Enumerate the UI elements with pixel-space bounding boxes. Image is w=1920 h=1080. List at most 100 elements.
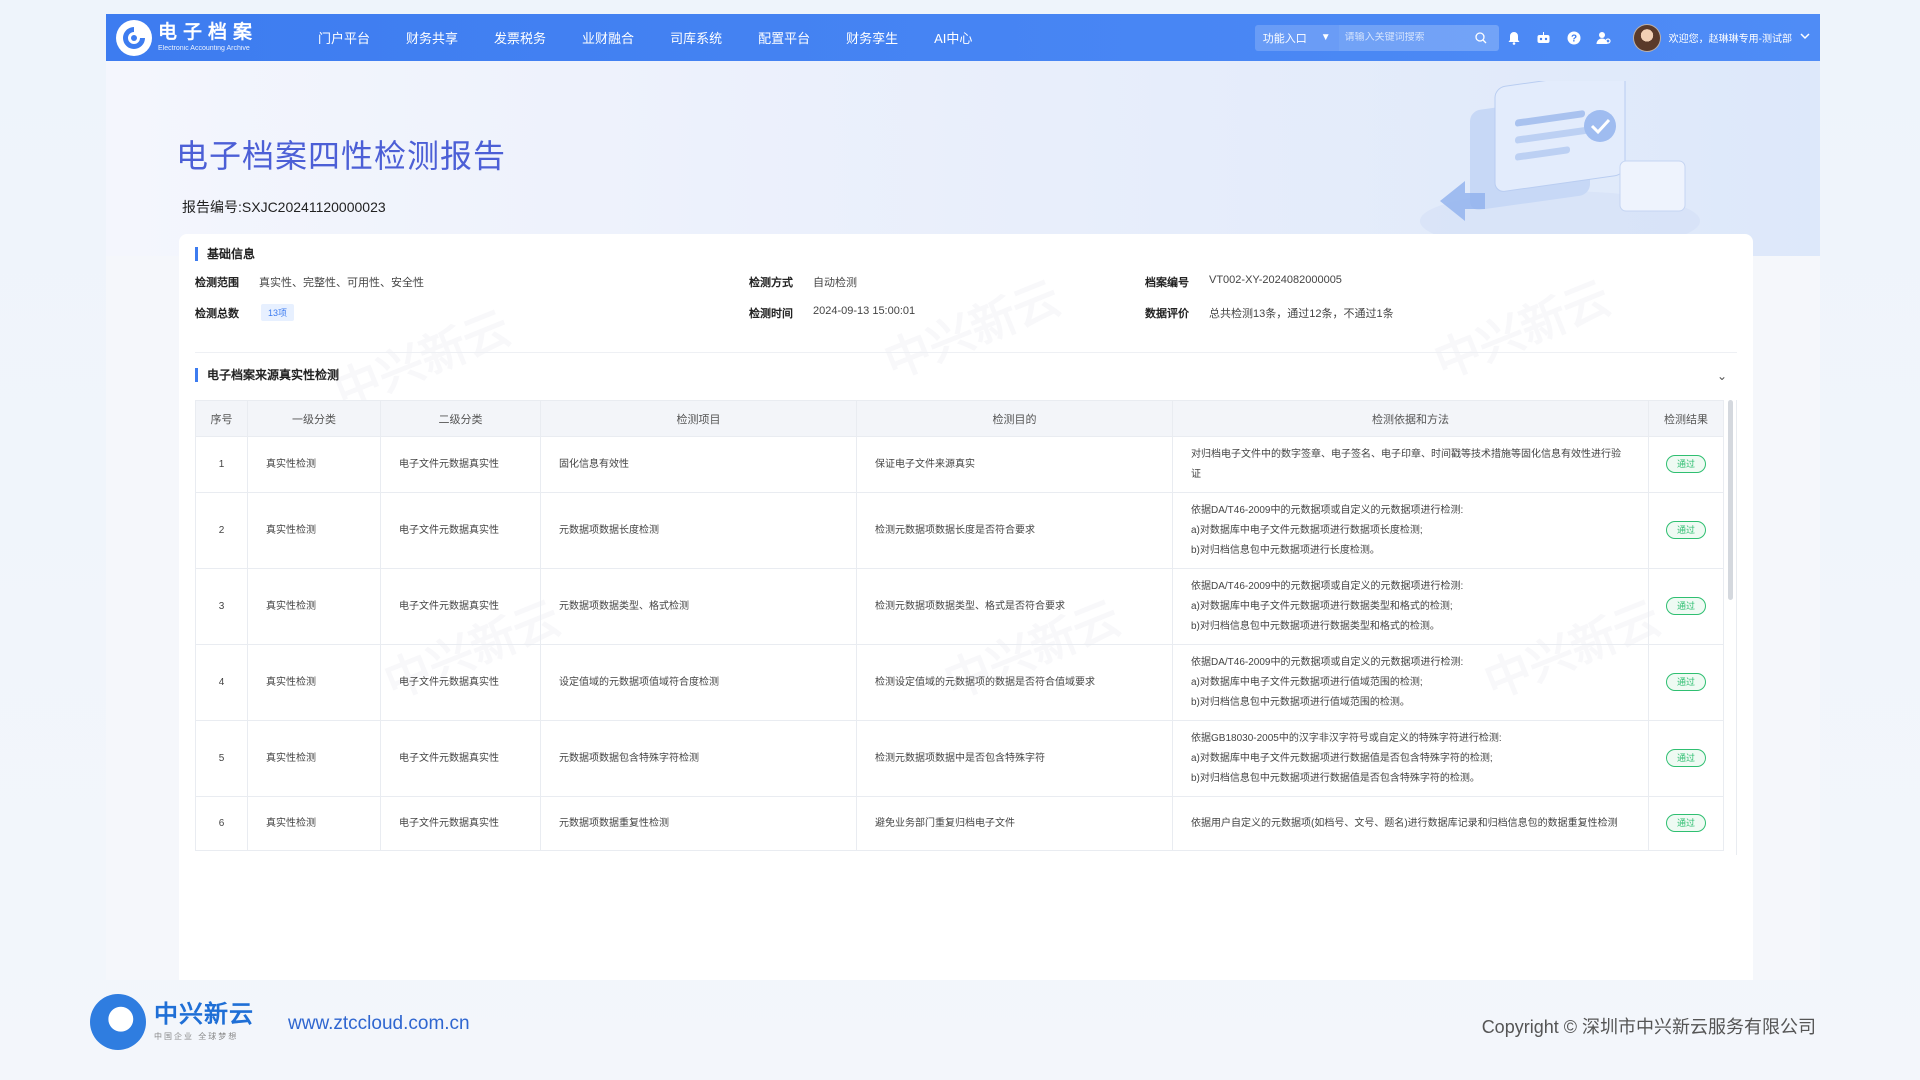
cell-level1: 真实性检测 (247, 568, 381, 645)
basis-line: 依据DA/T46-2009中的元数据项或自定义的元数据项进行检测: (1191, 504, 1464, 516)
eval-label: 数据评价 (1145, 308, 1189, 320)
pass-badge: 通过 (1665, 454, 1706, 473)
nav-item-invoice-tax[interactable]: 发票税务 (476, 28, 564, 47)
nav-item-config[interactable]: 配置平台 (740, 28, 828, 47)
footer-url[interactable]: www.ztccloud.com.cn (288, 1013, 470, 1035)
cell-no: 3 (195, 568, 248, 645)
report-card: 中兴新云 中兴新云 中兴新云 中兴新云 中兴新云 中兴新云 基础信息 检测范围 … (179, 234, 1753, 980)
basis-line: a)对数据库中电子文件元数据项进行数据值是否包含特殊字符的检测; (1191, 752, 1493, 764)
basis-line: 依据DA/T46-2009中的元数据项或自定义的元数据项进行检测: (1191, 656, 1464, 668)
method-label: 检测方式 (749, 277, 793, 289)
basis-line: b)对归档信息包中元数据项进行数据类型和格式的检测。 (1191, 620, 1440, 632)
table-row: 4 真实性检测 电子文件元数据真实性 设定值域的元数据项值域符合度检测 检测设定… (195, 644, 1724, 721)
cell-result: 通过 (1648, 644, 1724, 721)
nav-item-digital-twin[interactable]: 财务孪生 (828, 28, 916, 47)
basis-line: b)对归档信息包中元数据项进行值域范围的检测。 (1191, 696, 1410, 708)
time-label: 检测时间 (749, 308, 793, 320)
cell-no: 1 (195, 436, 248, 493)
search-input[interactable] (1344, 32, 1475, 43)
table-header-row: 序号 一级分类 二级分类 检测项目 检测目的 检测依据和方法 检测结果 (195, 400, 1724, 437)
cell-purpose: 检测元数据项数据长度是否符合要求 (856, 492, 1173, 569)
cell-basis: 依据DA/T46-2009中的元数据项或自定义的元数据项进行检测: a)对数据库… (1172, 492, 1649, 569)
nav-item-business-finance[interactable]: 业财融合 (564, 28, 652, 47)
basis-line: a)对数据库中电子文件元数据项进行值域范围的检测; (1191, 676, 1423, 688)
pass-badge: 通过 (1665, 813, 1706, 832)
nav-item-ai-center[interactable]: AI中心 (916, 28, 990, 47)
brand-swirl-icon (90, 994, 146, 1050)
detection-table: 序号 一级分类 二级分类 检测项目 检测目的 检测依据和方法 检测结果 1 真实… (195, 400, 1737, 855)
pass-badge: 通过 (1665, 520, 1706, 539)
cell-level2: 电子文件元数据真实性 (380, 644, 541, 721)
cell-level1: 真实性检测 (247, 644, 381, 721)
footer-brand-slogan: 中国企业 全球梦想 (154, 1032, 239, 1041)
logo-swirl-icon (116, 19, 152, 56)
cell-no: 5 (195, 720, 248, 797)
user-menu[interactable]: 欢迎您，赵琳琳专用-测试部 (1632, 23, 1810, 52)
portal-label: 功能入口 (1262, 32, 1307, 45)
col-header-level2: 二级分类 (380, 400, 541, 437)
col-header-item: 检测项目 (540, 400, 857, 437)
col-header-result: 检测结果 (1648, 400, 1724, 437)
logo-title: 电子档案 (158, 22, 259, 43)
cell-result: 通过 (1648, 720, 1724, 797)
cell-no: 2 (195, 492, 248, 569)
avatar (1632, 23, 1661, 52)
pass-badge: 通过 (1665, 672, 1706, 691)
cell-purpose: 检测元数据项数据类型、格式是否符合要求 (856, 568, 1173, 645)
table-row: 5 真实性检测 电子文件元数据真实性 元数据项数据包含特殊字符检测 检测元数据项… (195, 720, 1724, 797)
robot-icon[interactable] (1529, 31, 1559, 45)
cell-result: 通过 (1648, 568, 1724, 645)
footer-brand-name: 中兴新云 (154, 1001, 254, 1028)
cell-level1: 真实性检测 (247, 796, 381, 851)
cell-level1: 真实性检测 (247, 492, 381, 569)
help-icon[interactable]: ? (1559, 31, 1589, 45)
basis-line: a)对数据库中电子文件元数据项进行数据项长度检测; (1191, 524, 1423, 536)
basic-info-title: 基础信息 (195, 247, 255, 261)
top-navigation-bar: 电子档案 Electronic Accounting Archive 门户平台 … (106, 14, 1820, 61)
cell-level1: 真实性检测 (247, 436, 381, 493)
cell-level2: 电子文件元数据真实性 (380, 568, 541, 645)
basis-line: 对归档电子文件中的数字签章、电子签名、电子印章、时间戳等技术措施等固化信息有效性… (1191, 448, 1621, 480)
cell-purpose: 检测设定值域的元数据项的数据是否符合值域要求 (856, 644, 1173, 721)
col-header-basis: 检测依据和方法 (1172, 400, 1649, 437)
eval-value: 总共检测13条，通过12条，不通过1条 (1209, 308, 1394, 320)
cell-result: 通过 (1648, 492, 1724, 569)
app-window: 电子档案 Electronic Accounting Archive 门户平台 … (106, 14, 1820, 980)
cell-item: 设定值域的元数据项值域符合度检测 (540, 644, 857, 721)
portal-dropdown[interactable]: 功能入口 ▼ (1254, 24, 1339, 51)
time-value: 2024-09-13 15:00:01 (813, 305, 916, 317)
nav-item-portal[interactable]: 门户平台 (300, 28, 388, 47)
table-scrollbar[interactable] (1728, 400, 1733, 600)
table-row: 2 真实性检测 电子文件元数据真实性 元数据项数据长度检测 检测元数据项数据长度… (195, 492, 1724, 569)
bell-icon[interactable] (1499, 31, 1529, 45)
cell-level1: 真实性检测 (247, 720, 381, 797)
search-icon[interactable] (1475, 31, 1487, 44)
nav-item-treasury[interactable]: 司库系统 (652, 28, 740, 47)
archive-no-label: 档案编号 (1145, 277, 1189, 289)
basis-line: 依据GB18030-2005中的汉字非汉字符号或自定义的特殊字符进行检测: (1191, 732, 1502, 744)
basis-line: 依据DA/T46-2009中的元数据项或自定义的元数据项进行检测: (1191, 580, 1464, 592)
col-header-no: 序号 (195, 400, 248, 437)
svg-text:?: ? (1571, 33, 1577, 44)
footer-logo: 中兴新云 中国企业 全球梦想 (90, 994, 254, 1050)
collapse-chevron-icon[interactable]: ⌄ (1717, 369, 1727, 383)
logo-subtitle: Electronic Accounting Archive (158, 45, 250, 52)
cell-level2: 电子文件元数据真实性 (380, 796, 541, 851)
cell-basis: 依据用户自定义的元数据项(如档号、文号、题名)进行数据库记录和归档信息包的数据重… (1172, 796, 1649, 851)
cell-purpose: 避免业务部门重复归档电子文件 (856, 796, 1173, 851)
cell-item: 元数据项数据包含特殊字符检测 (540, 720, 857, 797)
nav-item-finance-share[interactable]: 财务共享 (388, 28, 476, 47)
user-settings-icon[interactable] (1589, 31, 1619, 45)
total-label: 检测总数 (195, 308, 239, 320)
hero-banner: 电子档案四性检测报告 报告编号:SXJC20241120000023 (106, 61, 1820, 256)
footer-copyright: Copyright © 深圳市中兴新云服务有限公司 (1481, 1017, 1816, 1037)
scope-label: 检测范围 (195, 277, 239, 289)
cell-item: 元数据项数据长度检测 (540, 492, 857, 569)
cell-item: 元数据项数据类型、格式检测 (540, 568, 857, 645)
cell-result: 通过 (1648, 436, 1724, 493)
col-header-level1: 一级分类 (247, 400, 381, 437)
cell-item: 固化信息有效性 (540, 436, 857, 493)
app-logo[interactable]: 电子档案 Electronic Accounting Archive (116, 19, 286, 56)
basis-line: 依据用户自定义的元数据项(如档号、文号、题名)进行数据库记录和归档信息包的数据重… (1191, 817, 1618, 829)
table-row: 3 真实性检测 电子文件元数据真实性 元数据项数据类型、格式检测 检测元数据项数… (195, 568, 1724, 645)
